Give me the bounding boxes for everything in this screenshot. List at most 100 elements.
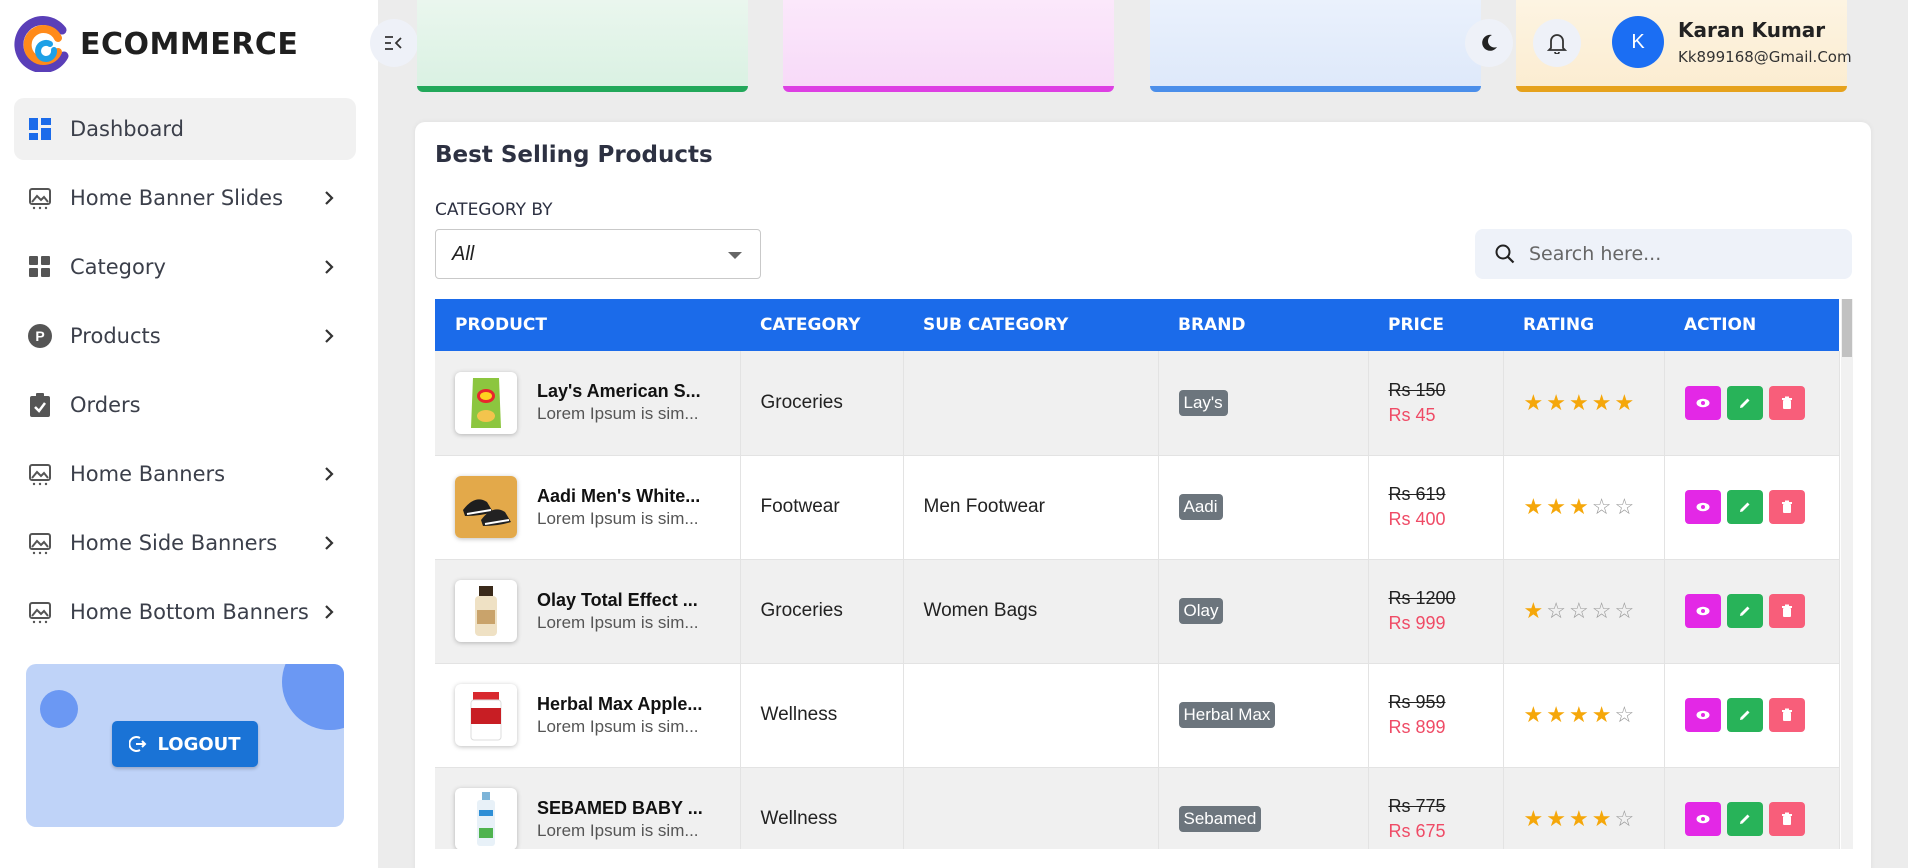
original-price: Rs 1200 <box>1388 588 1456 608</box>
brand-logo[interactable]: ECOMMERCE <box>14 16 298 73</box>
sub-category-cell <box>903 663 1159 768</box>
edit-button[interactable] <box>1726 385 1763 420</box>
sidebar-item-category[interactable]: Category <box>14 236 356 298</box>
view-button[interactable] <box>1684 490 1721 524</box>
search-input[interactable]: Search here... <box>1529 243 1661 265</box>
product-name: Herbal Max Apple... <box>537 693 703 714</box>
category-select[interactable]: All <box>435 229 761 279</box>
sidebar-item-label: Home Side Banners <box>70 531 278 555</box>
table-scrollbar[interactable] <box>1841 299 1853 849</box>
star-rating: ★ ★ ★ ★ ☆ <box>1524 806 1664 832</box>
view-button[interactable] <box>1684 385 1721 420</box>
product-cell[interactable]: Herbal Max Apple... Lorem Ipsum is sim..… <box>455 684 740 746</box>
edit-button[interactable] <box>1726 490 1763 524</box>
sidebar-item-label: Dashboard <box>70 117 184 141</box>
sidebar-item-label: Home Banners <box>70 462 226 486</box>
table-row[interactable]: SEBAMED BABY ... Lorem Ipsum is sim... W… <box>435 767 1840 849</box>
delete-button[interactable] <box>1768 802 1805 836</box>
column-header-sub-category[interactable]: SUB CATEGORY <box>903 299 1158 351</box>
sidebar-item-home-side-banners[interactable]: Home Side Banners <box>14 512 356 574</box>
brand-cell: Lay's <box>1158 351 1369 456</box>
sidebar-item-home-banners[interactable]: Home Banners <box>14 443 356 505</box>
product-cell[interactable]: Lay's American S... Lorem Ipsum is sim..… <box>455 371 740 434</box>
sidebar-item-home-bottom-banners[interactable]: Home Bottom Banners <box>14 581 356 643</box>
column-header-price[interactable]: PRICE <box>1368 299 1503 351</box>
user-menu[interactable]: K Karan Kumar Kk899168@Gmail.Com <box>1612 16 1852 68</box>
product-cell[interactable]: SEBAMED BABY ... Lorem Ipsum is sim... <box>455 788 740 849</box>
product-description: Lorem Ipsum is sim... <box>537 612 699 632</box>
star-empty-icon: ☆ <box>1546 598 1566 623</box>
pencil-icon <box>1739 814 1749 824</box>
star-filled-icon: ★ <box>1591 389 1612 415</box>
table-row[interactable]: Herbal Max Apple... Lorem Ipsum is sim..… <box>435 663 1840 768</box>
delete-button[interactable] <box>1768 385 1805 420</box>
products-table-container: PRODUCT CATEGORY SUB CATEGORY BRAND PRIC… <box>435 299 1853 849</box>
edit-button[interactable] <box>1726 594 1763 628</box>
baby-lotion-image[interactable] <box>455 788 517 849</box>
product-cell[interactable]: Aadi Men's White... Lorem Ipsum is sim..… <box>455 476 740 538</box>
chevron-right-icon[interactable] <box>314 528 344 558</box>
sidebar-item-products[interactable]: P Products <box>14 305 356 367</box>
view-button[interactable] <box>1684 594 1721 628</box>
chevron-right-icon[interactable] <box>314 252 344 282</box>
original-price: Rs 959 <box>1388 692 1446 712</box>
category-cell: Footwear <box>740 455 904 560</box>
star-empty-icon: ☆ <box>1614 806 1635 831</box>
table-row[interactable]: Lay's American S... Lorem Ipsum is sim..… <box>435 351 1840 456</box>
category-cell: Wellness <box>740 663 904 768</box>
column-header-rating[interactable]: RATING <box>1503 299 1664 351</box>
sidebar-toggle-button[interactable] <box>370 19 418 67</box>
stat-card[interactable] <box>417 0 748 92</box>
star-empty-icon: ☆ <box>1591 494 1612 519</box>
chevron-right-icon[interactable] <box>314 459 344 489</box>
edit-button[interactable] <box>1726 802 1763 836</box>
delete-button[interactable] <box>1768 594 1805 628</box>
sidebar-item-dashboard[interactable]: Dashboard <box>14 98 356 160</box>
chevron-right-icon[interactable] <box>314 321 344 351</box>
chevron-right-icon[interactable] <box>314 597 344 627</box>
logout-button[interactable]: LOGOUT <box>112 721 258 767</box>
notifications-button[interactable] <box>1533 19 1581 67</box>
delete-button[interactable] <box>1768 490 1805 524</box>
chips-bag-image[interactable] <box>455 371 517 434</box>
best-selling-products-panel: Best Selling Products CATEGORY BY All Se… <box>415 122 1871 868</box>
user-email: Kk899168@Gmail.Com <box>1678 48 1852 66</box>
search-box[interactable]: Search here... <box>1475 229 1852 279</box>
logo-mark-icon <box>14 16 70 73</box>
sidebar-item-orders[interactable]: Orders <box>14 374 356 436</box>
section-title: Best Selling Products <box>435 142 713 168</box>
table-row[interactable]: Aadi Men's White... Lorem Ipsum is sim..… <box>435 455 1840 560</box>
scrollbar-thumb[interactable] <box>1842 299 1852 357</box>
stat-card[interactable] <box>1150 0 1481 92</box>
trash-icon <box>1781 708 1792 721</box>
theme-toggle-button[interactable] <box>1465 19 1513 67</box>
star-empty-icon: ☆ <box>1568 598 1589 623</box>
star-filled-icon: ★ <box>1523 702 1544 727</box>
action-cell <box>1664 767 1840 849</box>
logout-icon <box>129 736 147 752</box>
chevron-right-icon[interactable] <box>314 183 344 213</box>
view-button[interactable] <box>1684 698 1721 732</box>
supplement-jar-image[interactable] <box>455 684 517 746</box>
sub-category-cell: Men Footwear <box>903 455 1159 560</box>
shoes-image[interactable] <box>455 476 517 538</box>
table-row[interactable]: Olay Total Effect ... Lorem Ipsum is sim… <box>435 559 1840 664</box>
delete-button[interactable] <box>1768 698 1805 732</box>
product-cell[interactable]: Olay Total Effect ... Lorem Ipsum is sim… <box>455 580 740 642</box>
column-header-category[interactable]: CATEGORY <box>740 299 903 351</box>
sidebar-item-home-banner-slides[interactable]: Home Banner Slides <box>14 167 356 229</box>
sale-price: Rs 899 <box>1388 717 1446 737</box>
view-button[interactable] <box>1684 802 1721 836</box>
star-filled-icon: ★ <box>1568 702 1589 727</box>
stat-card[interactable] <box>783 0 1114 92</box>
image-icon <box>28 186 52 210</box>
edit-button[interactable] <box>1726 698 1763 732</box>
avatar[interactable]: K <box>1612 16 1664 68</box>
image-icon <box>28 462 52 486</box>
column-header-action[interactable]: ACTION <box>1664 299 1839 351</box>
column-header-brand[interactable]: BRAND <box>1158 299 1368 351</box>
sub-category-cell <box>903 767 1159 849</box>
column-header-product[interactable]: PRODUCT <box>435 299 740 351</box>
brand-cell: Sebamed <box>1158 767 1369 849</box>
cream-bottle-image[interactable] <box>455 580 517 642</box>
